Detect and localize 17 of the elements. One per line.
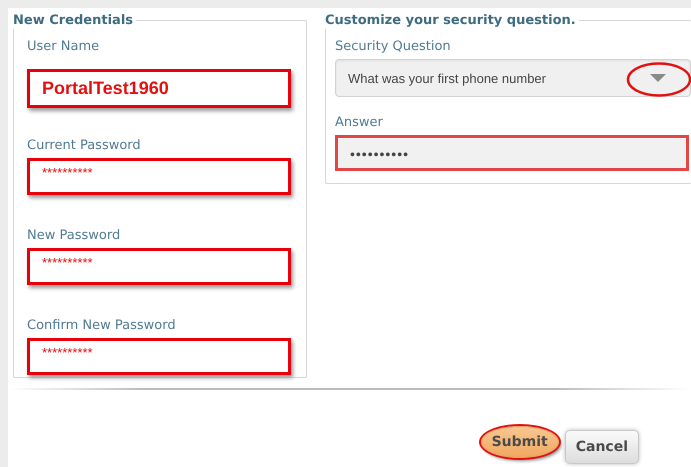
cancel-button[interactable]: Cancel — [564, 430, 639, 464]
input-field[interactable]: ********** — [27, 248, 291, 285]
security-question-dropdown[interactable]: What was your first phone number — [335, 59, 691, 97]
field-label: Current Password — [27, 138, 142, 154]
field-label: User Name — [27, 39, 100, 55]
submit-button[interactable]: Submit — [480, 426, 559, 458]
section-legend: Customize your security question. — [325, 13, 579, 29]
dropdown-arrow-icon[interactable] — [650, 74, 666, 82]
input-field[interactable]: ********** — [27, 158, 291, 195]
field-label: Answer — [335, 115, 384, 131]
field-label: Security Question — [335, 39, 452, 55]
input-field[interactable]: PortalTest1960 — [27, 69, 291, 108]
field-label: New Password — [27, 228, 122, 244]
section-legend: New Credentials — [13, 13, 136, 29]
input-field[interactable]: ********** — [27, 338, 291, 375]
field-label: Confirm New Password — [27, 318, 177, 334]
input-field[interactable]: •••••••••• — [335, 135, 689, 171]
